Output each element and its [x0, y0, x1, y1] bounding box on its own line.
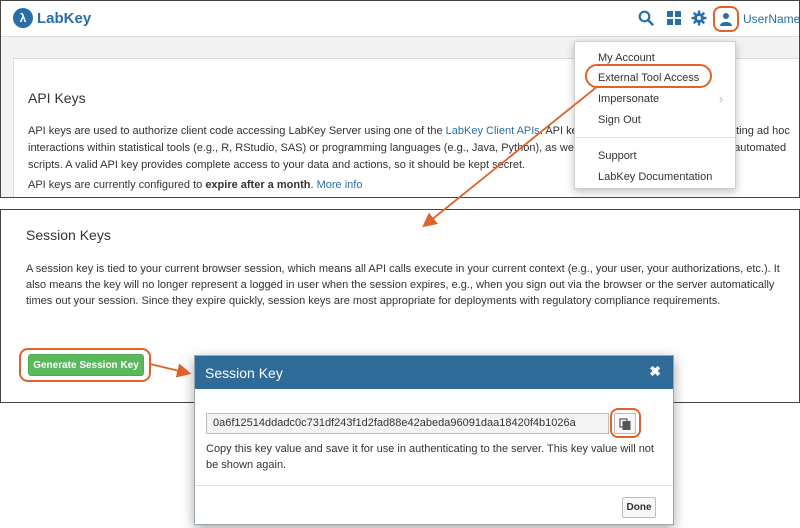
- dialog-header: Session Key ✖: [195, 356, 673, 389]
- dialog-footer-divider: [195, 485, 673, 486]
- labkey-logo[interactable]: λ LabKey: [13, 8, 91, 28]
- menu-item-labkey-documentation[interactable]: LabKey Documentation: [575, 167, 735, 187]
- api-keys-text-1: API keys are used to authorize client co…: [28, 125, 446, 137]
- logo-text: LabKey: [37, 9, 92, 27]
- menu-item-sign-out[interactable]: Sign Out: [575, 110, 735, 130]
- apps-grid-icon[interactable]: [666, 10, 682, 26]
- session-keys-description: A session key is tied to your current br…: [26, 263, 780, 307]
- menu-item-impersonate[interactable]: Impersonate ›: [575, 89, 735, 109]
- impersonate-label: Impersonate: [598, 93, 660, 105]
- external-tool-access-callout: [585, 64, 712, 88]
- copy-icon: [619, 417, 631, 430]
- menu-divider: [575, 137, 735, 138]
- session-key-dialog: Session Key ✖ 0a6f12514ddadc0c731df243f1…: [194, 355, 674, 525]
- menu-item-support[interactable]: Support: [575, 146, 735, 166]
- session-keys-title: Session Keys: [26, 227, 111, 243]
- api-keys-expiration: API keys are currently configured to exp…: [28, 179, 362, 191]
- close-icon[interactable]: ✖: [649, 363, 661, 380]
- gear-icon[interactable]: [691, 10, 707, 26]
- more-info-link[interactable]: More info: [317, 179, 363, 191]
- config-expiry: expire after a month: [205, 179, 311, 191]
- top-header: λ LabKey UserName: [1, 1, 799, 37]
- dialog-instructions: Copy this key value and save it for use …: [206, 443, 654, 471]
- dialog-title: Session Key: [205, 365, 283, 381]
- search-icon[interactable]: [638, 10, 654, 26]
- copy-key-button[interactable]: [614, 413, 636, 434]
- config-text: API keys are currently configured to: [28, 179, 206, 191]
- labkey-logo-icon: λ: [13, 8, 33, 28]
- config-period: .: [310, 179, 314, 191]
- done-button[interactable]: Done: [622, 497, 656, 518]
- generate-session-key-button[interactable]: Generate Session Key: [28, 354, 144, 376]
- chevron-right-icon: ›: [719, 92, 723, 106]
- api-keys-screenshot: λ LabKey UserName API Keys API keys are …: [0, 0, 800, 198]
- username-link[interactable]: UserName: [743, 12, 799, 26]
- session-key-field[interactable]: 0a6f12514ddadc0c731df243f1d2fad88e42abed…: [206, 413, 609, 434]
- user-icon: [720, 13, 732, 26]
- api-keys-title: API Keys: [28, 90, 86, 106]
- client-apis-link[interactable]: LabKey Client APIs: [446, 125, 540, 137]
- user-menu-button[interactable]: [713, 6, 739, 32]
